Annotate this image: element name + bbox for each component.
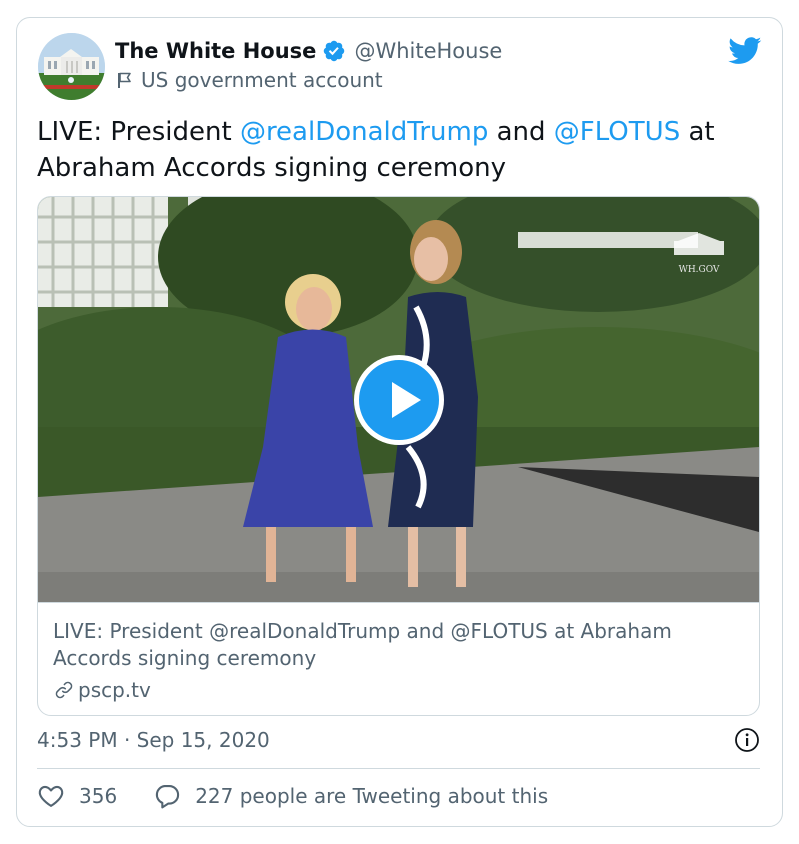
reply-button[interactable]: 227 people are Tweeting about this: [153, 782, 548, 810]
like-button[interactable]: 356: [37, 782, 117, 810]
wh-gov-watermark: WH.GOV: [679, 265, 720, 275]
tweet-card[interactable]: The White House @WhiteHouse US governmen…: [16, 17, 783, 827]
link-preview-card[interactable]: WH.GOV LIVE: President @realDonaldTrump …: [37, 196, 760, 716]
speech-bubble-icon: [156, 785, 180, 809]
heart-icon: [38, 785, 64, 807]
like-count[interactable]: 356: [79, 784, 117, 808]
action-bar: 356 227 people are Tweeting about this: [37, 782, 584, 810]
link-domain[interactable]: pscp.tv: [78, 678, 151, 702]
author-avatar[interactable]: [38, 33, 105, 100]
video-thumbnail[interactable]: WH.GOV: [38, 197, 759, 602]
mention-realdonaldtrump[interactable]: @realDonaldTrump: [240, 117, 488, 147]
flag-icon: [118, 72, 131, 88]
author-display-name[interactable]: The White House: [115, 39, 316, 63]
author-handle[interactable]: @WhiteHouse: [354, 39, 502, 63]
tweet-text-prefix: LIVE: President: [37, 117, 240, 147]
link-icon: [55, 681, 73, 699]
link-title[interactable]: LIVE: President @realDonaldTrump and @FL…: [53, 618, 733, 672]
account-label: US government account: [141, 68, 383, 92]
twitter-bird-icon[interactable]: [728, 37, 762, 65]
mention-flotus[interactable]: @FLOTUS: [554, 117, 680, 147]
link-url[interactable]: pscp.tv: [53, 678, 151, 702]
tweet-timestamp[interactable]: 4:53 PM · Sep 15, 2020: [37, 728, 270, 752]
tweeting-about-text[interactable]: 227 people are Tweeting about this: [195, 784, 548, 808]
divider: [37, 768, 760, 769]
verified-badge-icon: [324, 40, 345, 62]
info-icon[interactable]: [734, 727, 760, 753]
play-icon[interactable]: [354, 355, 444, 445]
tweet-text-middle: and: [488, 117, 554, 147]
link-info[interactable]: LIVE: President @realDonaldTrump and @FL…: [38, 602, 759, 715]
tweet-text: LIVE: President @realDonaldTrump and @FL…: [37, 114, 757, 186]
